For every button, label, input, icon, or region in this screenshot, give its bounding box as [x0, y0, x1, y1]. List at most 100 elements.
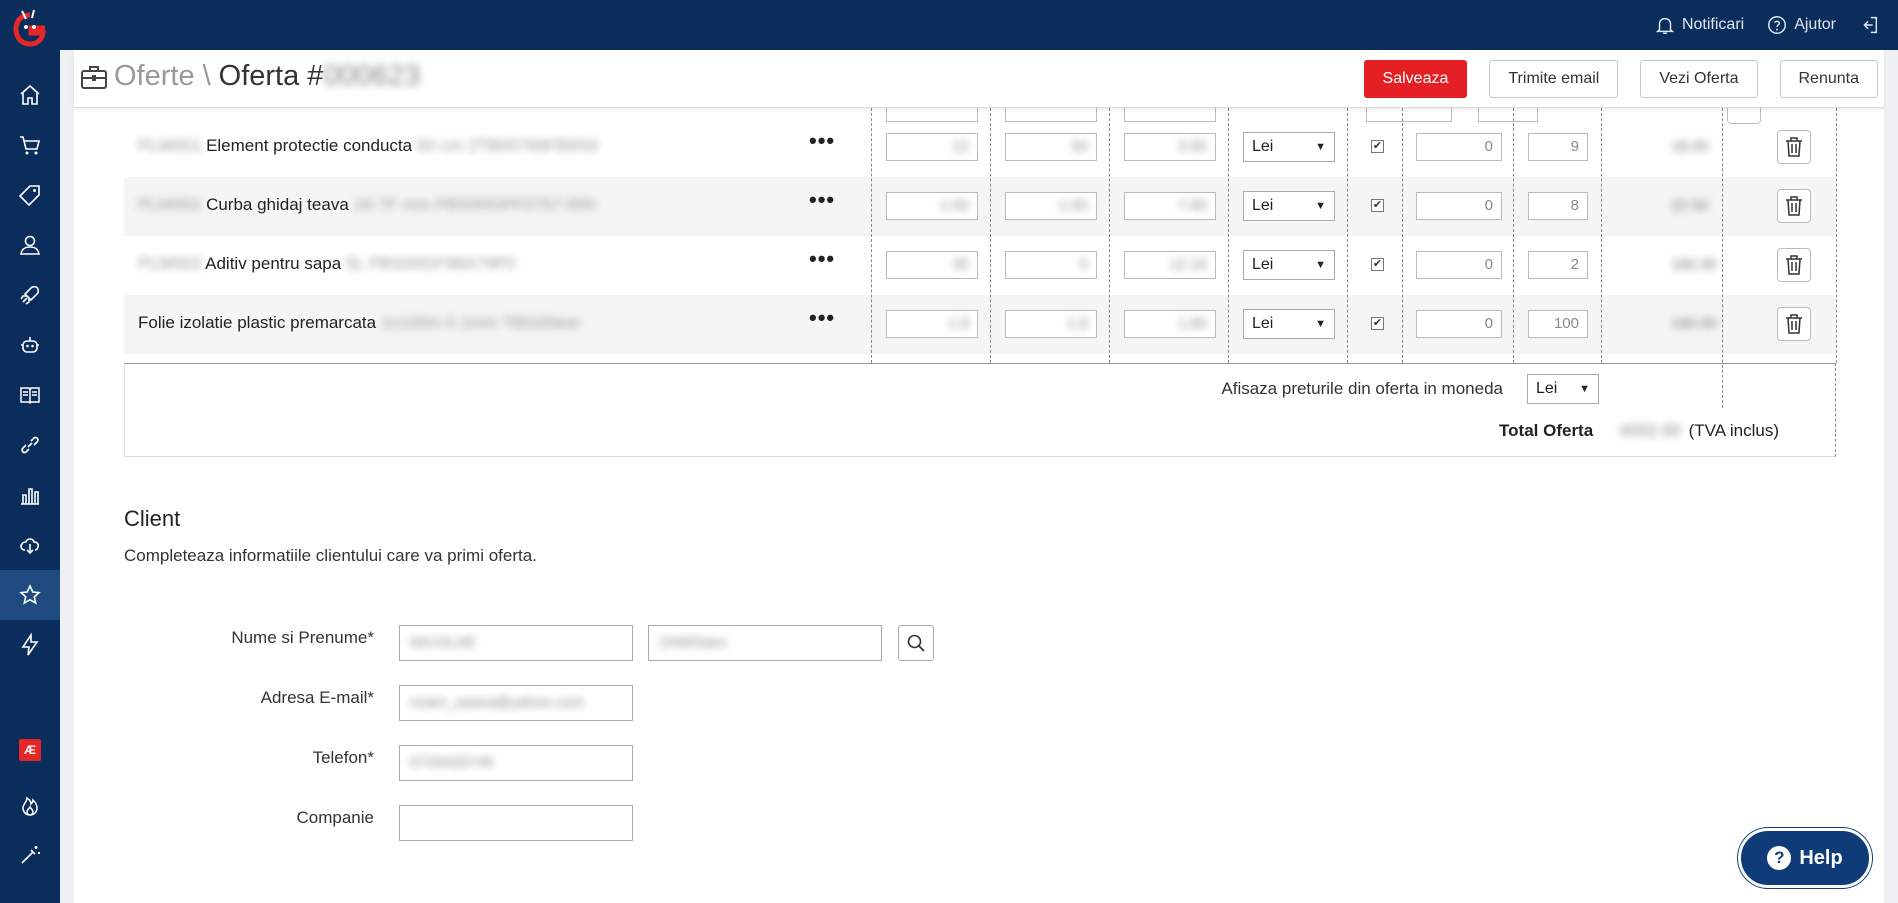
phone-field[interactable]: 0726425745	[399, 745, 633, 781]
column-divider	[871, 108, 872, 363]
more-options-icon[interactable]: •••	[809, 128, 835, 154]
send-email-button[interactable]: Trimite email	[1489, 60, 1619, 98]
breadcrumb-offers[interactable]: Oferte	[114, 60, 195, 93]
sidebar-item-quick-actions[interactable]	[0, 620, 60, 670]
sidebar-item-shop[interactable]	[0, 120, 60, 170]
email-field[interactable]: nzam_sasea@yahoo.com	[399, 685, 633, 721]
main-panel: PLM001 Element protectie conducta 50 cm …	[74, 90, 1884, 903]
more-options-icon[interactable]: •••	[809, 187, 835, 213]
flame-icon	[22, 796, 38, 816]
currency-select[interactable]: Lei ▼	[1243, 132, 1335, 162]
sidebar-item-import[interactable]	[0, 520, 60, 570]
offer-number: 000623	[323, 60, 421, 92]
tag-icon	[18, 185, 40, 207]
table-row: Folie izolatie plastic premarcata 1x100m…	[124, 295, 1836, 354]
column-divider	[1513, 108, 1514, 363]
delete-row-button[interactable]	[1777, 189, 1811, 223]
discount-input[interactable]: 0	[1416, 192, 1502, 220]
product-code: PLM001	[138, 136, 202, 155]
display-currency-select[interactable]: Lei ▼	[1527, 374, 1599, 404]
sidebar-item-integrations[interactable]	[0, 420, 60, 470]
breadcrumb: Oferte \ Oferta # 000623	[80, 60, 420, 93]
discount-input[interactable]: 0	[1416, 310, 1502, 338]
save-button[interactable]: Salveaza	[1363, 60, 1468, 98]
cart-icon	[20, 136, 41, 155]
logout-icon[interactable]	[1858, 14, 1880, 36]
sidebar-item-clients[interactable]	[0, 220, 60, 270]
total-value: 4002.00	[1619, 421, 1681, 440]
list-price-input[interactable]: 1.8	[1005, 310, 1097, 338]
last-name-input[interactable]: ZAMISaru	[648, 625, 882, 661]
trash-icon	[1786, 255, 1802, 275]
cost-input[interactable]: 7.80	[1124, 192, 1216, 220]
view-offer-button[interactable]: Vezi Oferta	[1640, 60, 1758, 98]
delete-row-button[interactable]	[1777, 248, 1811, 282]
more-options-icon[interactable]: •••	[809, 305, 835, 331]
email-label: Adresa E-mail*	[260, 688, 374, 707]
unit-price-input[interactable]: 12	[886, 133, 978, 161]
page-header: Oferte \ Oferta # 000623 Salveaza Trimit…	[74, 50, 1884, 108]
quantity-input[interactable]: 9	[1528, 133, 1588, 161]
discount-input[interactable]: 0	[1416, 251, 1502, 279]
currency-select[interactable]: Lei ▼	[1243, 191, 1335, 221]
table-row: PLM002 Curba ghidaj teava 16-7F mm PBS00…	[124, 177, 1836, 236]
client-section-description: Completeaza informatiile clientului care…	[124, 546, 537, 565]
unit-price-input[interactable]: 1.8	[886, 310, 978, 338]
vat-checkbox[interactable]: ✔	[1371, 258, 1384, 271]
cost-input[interactable]: 3.50	[1124, 133, 1216, 161]
cost-input[interactable]: 1.80	[1124, 310, 1216, 338]
app-logo-icon[interactable]	[12, 9, 48, 47]
sidebar-item-reports[interactable]	[0, 470, 60, 520]
cancel-button[interactable]: Renunta	[1779, 60, 1878, 98]
help-label: Ajutor	[1794, 16, 1836, 33]
vat-checkbox[interactable]: ✔	[1371, 140, 1384, 153]
column-divider	[1402, 108, 1403, 363]
sidebar-item-tools[interactable]	[0, 830, 60, 880]
delete-row-button[interactable]	[1777, 307, 1811, 341]
delete-row-button[interactable]	[1777, 130, 1811, 164]
list-price-input[interactable]: 50	[1005, 133, 1097, 161]
currency-select[interactable]: Lei ▼	[1243, 250, 1335, 280]
help-link[interactable]: Ajutor	[1766, 14, 1836, 36]
sidebar-item-tags[interactable]	[0, 170, 60, 220]
vat-checkbox[interactable]: ✔	[1371, 317, 1384, 330]
sidebar-item-offers[interactable]	[0, 570, 60, 620]
notifications-link[interactable]: Notificari	[1654, 14, 1744, 36]
magic-wand-icon	[21, 846, 40, 864]
bolt-icon	[21, 633, 39, 656]
table-row: PLM001 Element protectie conducta 50 cm …	[124, 118, 1836, 177]
sidebar-item-home[interactable]	[0, 70, 60, 120]
product-desc: 50 cm 2TB00789FB9S0	[416, 136, 599, 155]
book-icon	[20, 387, 40, 405]
unit-price-input[interactable]: 35	[886, 251, 978, 279]
discount-input[interactable]: 0	[1416, 133, 1502, 161]
list-price-input[interactable]: 1.50	[1005, 192, 1097, 220]
company-field[interactable]	[399, 805, 633, 841]
cloud-download-icon	[20, 538, 40, 555]
row-total: 180.00	[1671, 256, 1717, 273]
product-name: Folie izolatie plastic premarcata	[138, 313, 377, 332]
first-name-input[interactable]: NICOLAE	[399, 625, 633, 661]
sidebar-item-trending[interactable]	[0, 780, 60, 830]
ae-badge: Æ	[19, 739, 41, 761]
product-code: PLM002	[138, 195, 202, 214]
total-label: Total Oferta	[1499, 421, 1594, 440]
currency-select[interactable]: Lei ▼	[1243, 309, 1335, 339]
bell-icon	[1655, 17, 1675, 34]
list-price-input[interactable]: 5	[1005, 251, 1097, 279]
quantity-input[interactable]: 8	[1528, 192, 1588, 220]
sidebar-item-marketing[interactable]	[0, 270, 60, 320]
sidebar-item-ae[interactable]: Æ	[0, 725, 60, 775]
column-divider	[1836, 108, 1837, 363]
sidebar-item-catalog[interactable]	[0, 370, 60, 420]
help-button[interactable]: ? Help	[1738, 828, 1872, 888]
vat-checkbox[interactable]: ✔	[1371, 199, 1384, 212]
product-name: Element protectie conducta	[206, 136, 413, 155]
quantity-input[interactable]: 100	[1528, 310, 1588, 338]
sidebar-item-automation[interactable]	[0, 320, 60, 370]
client-search-button[interactable]	[898, 625, 934, 661]
quantity-input[interactable]: 2	[1528, 251, 1588, 279]
unit-price-input[interactable]: 1.50	[886, 192, 978, 220]
more-options-icon[interactable]: •••	[809, 246, 835, 272]
cost-input[interactable]: 12.10	[1124, 251, 1216, 279]
